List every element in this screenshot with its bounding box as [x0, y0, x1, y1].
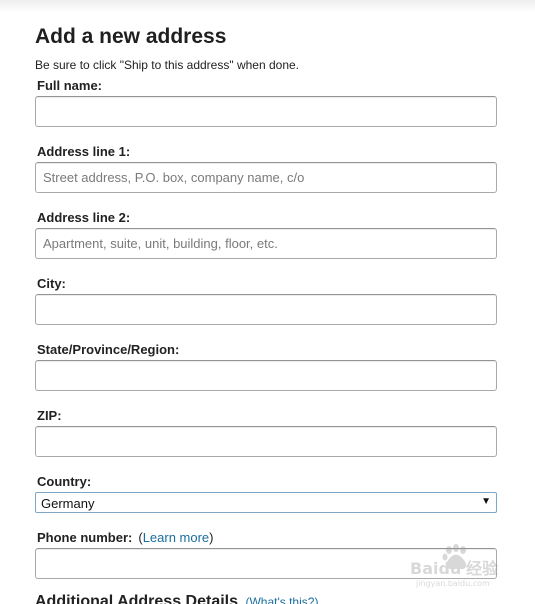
page-instruction: Be sure to click "Ship to this address" … — [35, 58, 299, 72]
country-label: Country: — [37, 474, 92, 489]
page-title: Add a new address — [35, 25, 227, 48]
full-name-field[interactable] — [35, 96, 497, 127]
city-field[interactable] — [35, 294, 497, 325]
additional-details-title: Additional Address Details — [35, 593, 238, 604]
whats-this-link[interactable]: What's this? — [249, 595, 314, 604]
top-shadow — [0, 0, 535, 12]
address-line-2-field[interactable] — [35, 228, 497, 259]
whats-this-paren-close: ) — [314, 595, 319, 604]
zip-field[interactable] — [35, 426, 497, 457]
zip-label: ZIP: — [37, 408, 62, 423]
address-line-1-field[interactable] — [35, 162, 497, 193]
country-selected-value: Germany — [41, 496, 95, 511]
chevron-down-icon: ▼ — [481, 496, 491, 507]
address-line-2-label: Address line 2: — [37, 210, 131, 225]
svg-text:Baidu: Baidu — [410, 559, 461, 578]
phone-label-row: Phone number: (Learn more) — [37, 530, 214, 545]
phone-paren-close: ) — [209, 530, 214, 545]
address-line-1-label: Address line 1: — [37, 144, 131, 159]
additional-address-details-heading: Additional Address Details (What's this?… — [35, 593, 318, 604]
learn-more-link[interactable]: Learn more — [143, 530, 209, 545]
city-label: City: — [37, 276, 66, 291]
phone-label: Phone number: — [37, 530, 133, 545]
svg-text:经验: 经验 — [466, 559, 499, 578]
state-label: State/Province/Region: — [37, 342, 180, 357]
state-field[interactable] — [35, 360, 497, 391]
full-name-label: Full name: — [37, 78, 103, 93]
svg-text:jingyan.baidu.com: jingyan.baidu.com — [415, 579, 490, 588]
country-select[interactable]: Germany ▼ — [35, 492, 497, 513]
baidu-watermark-logo: Baidu 经验 jingyan.baidu.com — [410, 544, 499, 588]
